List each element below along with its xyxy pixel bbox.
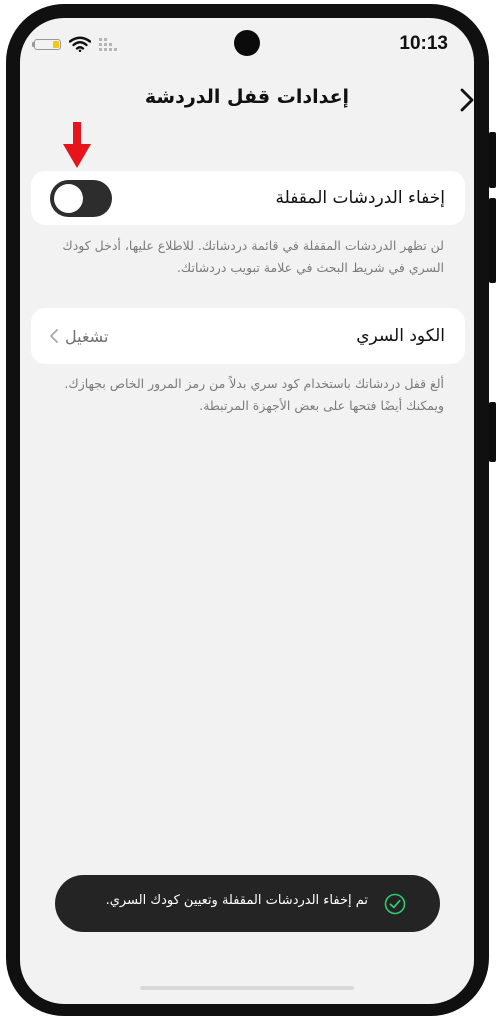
- secret-code-label: الكود السري: [356, 326, 445, 346]
- volume-up-button: [489, 132, 496, 188]
- volume-down-button: [489, 198, 496, 283]
- front-camera: [234, 30, 260, 56]
- check-circle-icon: [384, 893, 406, 915]
- back-arrow-icon[interactable]: [456, 86, 474, 114]
- wifi-icon: [69, 36, 91, 52]
- status-bar: 10:13: [20, 18, 474, 68]
- battery-icon: [34, 39, 61, 50]
- secret-code-value-group: تشغيل: [49, 308, 108, 364]
- page-title: إعدادات قفل الدردشة: [144, 86, 350, 108]
- toast-notification: تم إخفاء الدردشات المقفلة وتعيين كودك ال…: [55, 875, 440, 932]
- hide-locked-chats-row[interactable]: إخفاء الدردشات المقفلة: [31, 171, 465, 225]
- annotation-arrow-head: [63, 144, 91, 168]
- hide-locked-chats-description: لن تظهر الدردشات المقفلة في قائمة دردشات…: [62, 238, 444, 275]
- battery-level: [53, 41, 59, 48]
- secret-code-description: ألغ قفل دردشاتك باستخدام كود سري بدلاً م…: [64, 376, 444, 413]
- toggle-knob: [54, 184, 83, 213]
- home-indicator[interactable]: [140, 986, 354, 990]
- battery-nub: [32, 42, 35, 47]
- status-time: 10:13: [399, 33, 448, 54]
- screen: 10:13 إعدادات قفل الدردشة إخفاء الدردشات…: [20, 18, 474, 1004]
- annotation-arrow-shaft: [73, 122, 81, 146]
- signal-icon: [99, 38, 117, 51]
- chevron-left-icon: [50, 329, 58, 343]
- hide-locked-chats-label: إخفاء الدردشات المقفلة: [275, 188, 445, 208]
- power-button: [489, 402, 496, 462]
- secret-code-row[interactable]: الكود السري تشغيل: [31, 308, 465, 364]
- annotation-arrow-icon: [63, 122, 91, 168]
- hide-locked-chats-toggle[interactable]: [50, 180, 112, 217]
- secret-code-status: تشغيل: [65, 326, 109, 346]
- toast-message: تم إخفاء الدردشات المقفلة وتعيين كودك ال…: [105, 893, 368, 908]
